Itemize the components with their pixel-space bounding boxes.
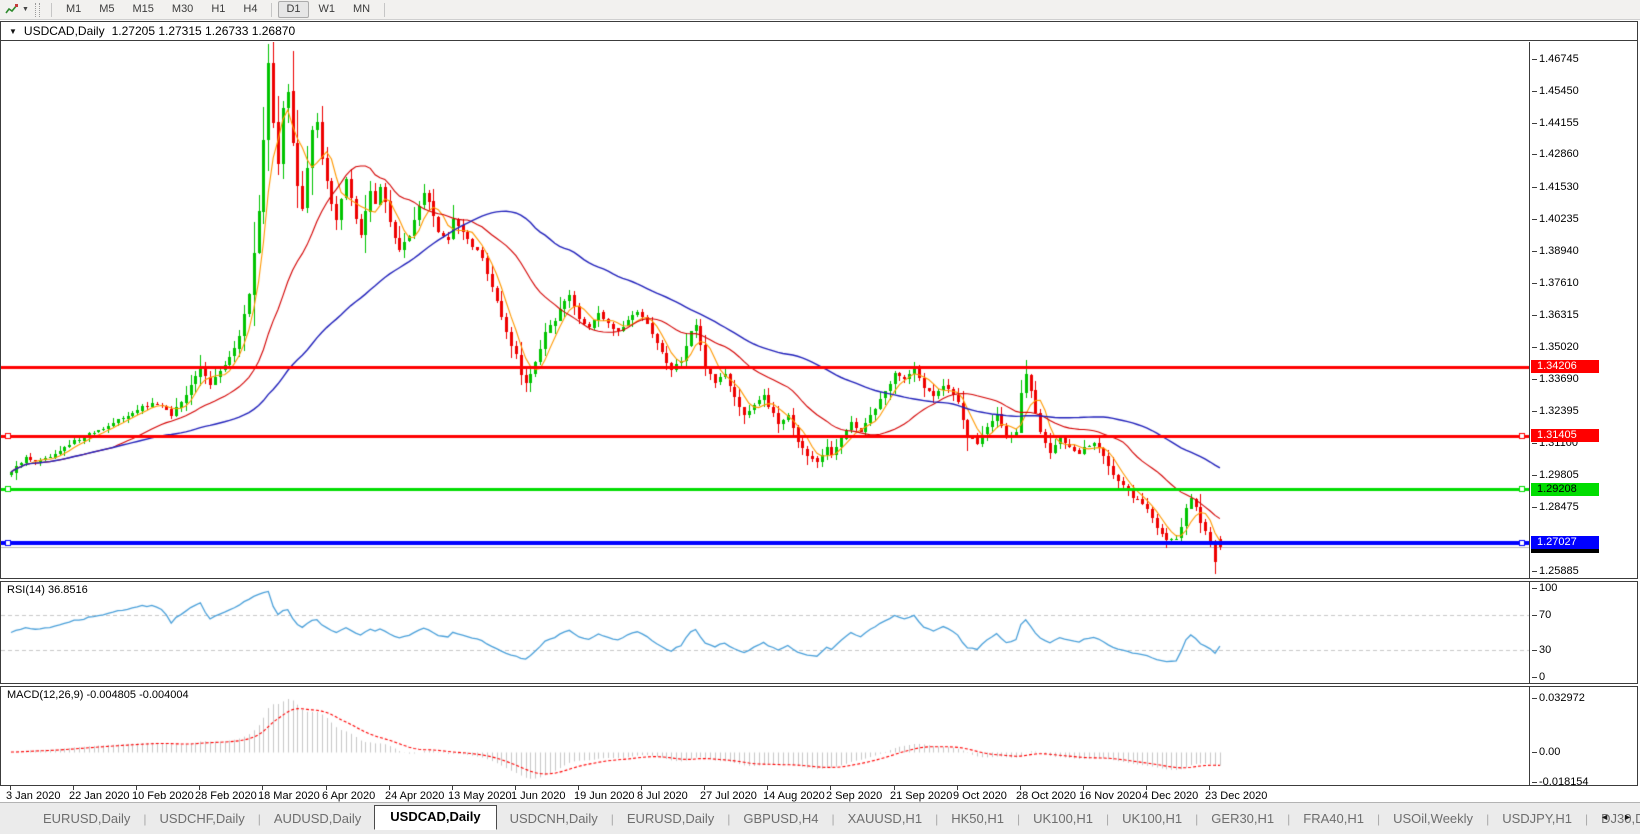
date-axis-label: 28 Oct 2020: [1016, 790, 1076, 802]
timeframe-button-mn[interactable]: MN: [345, 1, 378, 18]
price-axis-label: 1.33690: [1539, 373, 1579, 386]
timeframe-button-h4[interactable]: H4: [235, 1, 265, 18]
chart-tab-bar: EURUSD,Daily|USDCHF,Daily|AUDUSD,DailyUS…: [0, 802, 1640, 834]
rsi-axis: 100 70 30 0: [1529, 582, 1638, 683]
date-axis-label: 22 Jan 2020: [69, 790, 130, 802]
price-level-badge: 1.27027: [1531, 536, 1599, 549]
price-axis-label: 1.32395: [1539, 405, 1579, 418]
chart-tab-uk100-h1[interactable]: UK100,H1: [1109, 808, 1195, 830]
chart-tab-xauusd-h1[interactable]: XAUUSD,H1: [835, 808, 935, 830]
timeframe-button-m1[interactable]: M1: [58, 1, 89, 18]
date-axis-label: 14 Aug 2020: [763, 790, 825, 802]
date-axis-label: 8 Jul 2020: [637, 790, 688, 802]
chart-tab-gbpusd-h4[interactable]: GBPUSD,H4: [730, 808, 831, 830]
date-axis: 3 Jan 2020 22 Jan 202010 Feb 202028 Feb 2…: [0, 786, 1640, 802]
date-axis-label: 27 Jul 2020: [700, 790, 757, 802]
chart-tab-usdcnh-daily[interactable]: USDCNH,Daily: [497, 808, 611, 830]
timeframe-button-d1[interactable]: D1: [278, 1, 308, 18]
price-axis-label: 1.40235: [1539, 213, 1579, 226]
timeframe-button-m30[interactable]: M30: [164, 1, 201, 18]
chart-tab-eurusd-daily[interactable]: EURUSD,Daily: [30, 808, 143, 830]
price-axis-label: 1.36315: [1539, 309, 1579, 322]
rsi-axis-label: 0: [1539, 671, 1545, 684]
date-axis-label: 28 Feb 2020: [195, 790, 257, 802]
chart-tab-usdjpy-h1[interactable]: USDJPY,H1: [1489, 808, 1585, 830]
date-axis-label: 18 Mar 2020: [258, 790, 320, 802]
rsi-axis-label: 70: [1539, 609, 1551, 622]
date-axis-label: 24 Apr 2020: [385, 790, 444, 802]
price-level-badge: 1.29208: [1531, 483, 1599, 496]
toolbar-separator: [384, 3, 385, 17]
price-axis-label: 1.44155: [1539, 117, 1579, 130]
toolbar-separator: [51, 3, 52, 17]
price-axis-label: 1.38940: [1539, 245, 1579, 258]
date-axis-label: 13 May 2020: [448, 790, 512, 802]
toolbar: ▼ M1M5M15M30H1H4 D1W1MN: [0, 0, 1640, 20]
price-axis-label: 1.45450: [1539, 85, 1579, 98]
chart-ohlc-values: 1.27205 1.27315 1.26733 1.26870: [112, 24, 296, 38]
date-axis-label: 1 Jun 2020: [511, 790, 565, 802]
price-level-badge: 1.31405: [1531, 429, 1599, 442]
toolbar-drag-handle[interactable]: [35, 3, 40, 17]
rsi-panel: RSI(14) 36.8516 100 70 30 0: [0, 581, 1638, 684]
price-axis-label: 1.42860: [1539, 148, 1579, 161]
price-axis: 1.46745 1.45450 1.44155 1.42860 1.41530 1.402…: [1529, 42, 1638, 578]
timeframe-button-h1[interactable]: H1: [203, 1, 233, 18]
price-chart-panel: ▼ USDCAD,Daily 1.27205 1.27315 1.26733 1…: [0, 21, 1638, 579]
price-axis-label: 1.46745: [1539, 53, 1579, 66]
timeframe-toolbar: M1M5M15M30H1H4 D1W1MN: [46, 1, 390, 18]
price-level-badge: 1.34206: [1531, 360, 1599, 373]
price-axis-label: 1.41530: [1539, 181, 1579, 194]
macd-panel: MACD(12,26,9) -0.004805 -0.004004 0.0329…: [0, 686, 1638, 786]
chart-tab-audusd-daily[interactable]: AUDUSD,Daily: [261, 808, 374, 830]
chart-tab-hk50-h1[interactable]: HK50,H1: [938, 808, 1017, 830]
toolbar-separator: [271, 3, 272, 17]
rsi-axis-label: 100: [1539, 582, 1557, 595]
price-axis-label: 1.28475: [1539, 501, 1579, 514]
date-axis-label: 4 Dec 2020: [1142, 790, 1198, 802]
chart-tab-usdcad-daily[interactable]: USDCAD,Daily: [374, 805, 496, 830]
price-axis-label: 1.37610: [1539, 277, 1579, 290]
price-axis-label: 1.25885: [1539, 565, 1579, 578]
date-axis-label: 19 Jun 2020: [574, 790, 635, 802]
price-axis-label: 1.29805: [1539, 469, 1579, 482]
tab-scroll-controls: ◄ ►: [1600, 812, 1632, 822]
chart-tab-eurusd-daily[interactable]: EURUSD,Daily: [614, 808, 727, 830]
macd-chart-canvas[interactable]: [1, 687, 1529, 783]
line-studies-icon[interactable]: [4, 2, 20, 17]
macd-axis-label: 0.00: [1539, 746, 1560, 759]
toolbar-dropdown-caret-icon[interactable]: ▼: [22, 6, 29, 13]
chart-tab-ger30-h1[interactable]: GER30,H1: [1198, 808, 1287, 830]
macd-axis-label: 0.032972: [1539, 692, 1585, 705]
price-axis-label: 1.35020: [1539, 341, 1579, 354]
date-axis-label: 9 Oct 2020: [953, 790, 1007, 802]
date-axis-label: 10 Feb 2020: [132, 790, 194, 802]
tabs-row: EURUSD,Daily|USDCHF,Daily|AUDUSD,DailyUS…: [30, 807, 1640, 830]
price-chart-canvas[interactable]: [1, 42, 1529, 578]
date-axis-label: 6 Apr 2020: [322, 790, 375, 802]
tab-scroll-left-icon[interactable]: ◄: [1600, 812, 1609, 822]
date-axis-label: 21 Sep 2020: [890, 790, 952, 802]
chart-tab-usdchf-daily[interactable]: USDCHF,Daily: [147, 808, 258, 830]
chart-tab-usoil-weekly[interactable]: USOil,Weekly: [1380, 808, 1486, 830]
rsi-chart-canvas[interactable]: [1, 582, 1529, 681]
rsi-label: RSI(14) 36.8516: [7, 584, 88, 596]
chart-tab-uk100-h1[interactable]: UK100,H1: [1020, 808, 1106, 830]
chart-tab-fra40-h1[interactable]: FRA40,H1: [1290, 808, 1377, 830]
trading-platform-window: { "toolbar": { "timeframes": ["M1","M5",…: [0, 0, 1640, 834]
chart-symbol-title: USDCAD,Daily: [24, 24, 105, 38]
date-axis-label: 2 Sep 2020: [826, 790, 882, 802]
chart-title-bar: ▼ USDCAD,Daily 1.27205 1.27315 1.26733 1…: [1, 22, 1637, 41]
tab-scroll-right-icon[interactable]: ►: [1623, 812, 1632, 822]
date-axis-label: 3 Jan 2020: [6, 790, 60, 802]
macd-axis: 0.0329720.00-0.018154: [1529, 687, 1638, 785]
timeframe-button-w1[interactable]: W1: [311, 1, 344, 18]
date-axis-label: 23 Dec 2020: [1205, 790, 1267, 802]
timeframe-button-m5[interactable]: M5: [91, 1, 122, 18]
rsi-axis-label: 30: [1539, 644, 1551, 657]
chart-collapse-icon[interactable]: ▼: [9, 27, 17, 36]
date-axis-label: 16 Nov 2020: [1079, 790, 1141, 802]
timeframe-button-m15[interactable]: M15: [125, 1, 162, 18]
macd-label: MACD(12,26,9) -0.004805 -0.004004: [7, 689, 189, 701]
